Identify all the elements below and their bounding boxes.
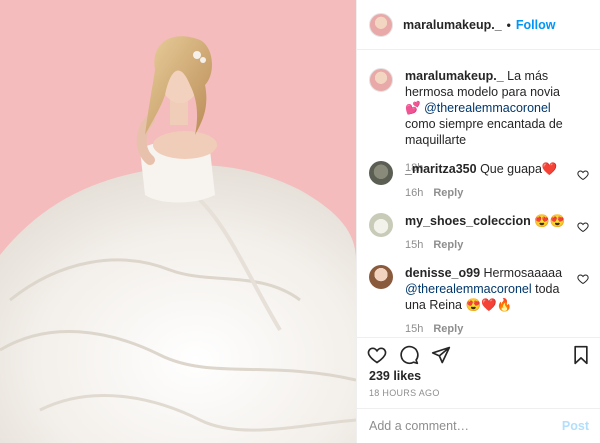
caption-username[interactable]: maralumakeup._ bbox=[405, 69, 504, 83]
comment-username[interactable]: my_shoes_coleccion bbox=[405, 214, 531, 228]
comment-body: _maritza350 Que guapa❤️ 16h Reply bbox=[405, 161, 575, 201]
comment-avatar[interactable] bbox=[369, 265, 393, 289]
heart-icon[interactable] bbox=[367, 345, 387, 365]
author-username[interactable]: maralumakeup._ bbox=[403, 18, 502, 32]
reply-button[interactable]: Reply bbox=[433, 323, 463, 335]
caption: maralumakeup._ La más hermosa modelo par… bbox=[369, 68, 593, 176]
comment-meta: 16h Reply bbox=[405, 185, 575, 201]
comment-text: 😍😍 bbox=[534, 214, 566, 228]
post-photo[interactable] bbox=[0, 0, 356, 443]
comment-username[interactable]: _maritza350 bbox=[405, 162, 477, 176]
comment-icon[interactable] bbox=[399, 345, 419, 365]
comment-meta: 15h Reply bbox=[405, 321, 575, 336]
comment-mention[interactable]: @therealemmacoronel bbox=[405, 282, 532, 296]
author-avatar[interactable] bbox=[369, 12, 393, 37]
comment-body: denisse_o99 Hermosaaaaa @therealemmacoro… bbox=[405, 265, 575, 336]
comment-avatar[interactable] bbox=[369, 213, 393, 237]
comment-like-heart-icon[interactable] bbox=[577, 169, 589, 181]
comment-text: Que guapa❤️ bbox=[480, 162, 558, 176]
comments-list: maralumakeup._ La más hermosa modelo par… bbox=[357, 51, 600, 336]
comment-avatar[interactable] bbox=[369, 161, 393, 185]
bookmark-icon[interactable] bbox=[571, 345, 591, 365]
follow-button[interactable]: Follow bbox=[516, 18, 556, 32]
action-bar bbox=[357, 337, 600, 371]
post-comment-button[interactable]: Post bbox=[562, 419, 589, 433]
reply-button[interactable]: Reply bbox=[433, 239, 463, 251]
comment-item: denisse_o99 Hermosaaaaa @therealemmacoro… bbox=[369, 265, 593, 336]
add-comment-bar: Post bbox=[357, 408, 600, 443]
separator-dot: • bbox=[506, 17, 511, 32]
comment-like-heart-icon[interactable] bbox=[577, 221, 589, 233]
caption-mention[interactable]: @therealemmacoronel bbox=[424, 101, 551, 115]
comment-item: my_shoes_coleccion 😍😍 15h Reply bbox=[369, 213, 593, 253]
share-icon[interactable] bbox=[431, 345, 451, 365]
comment-time[interactable]: 16h bbox=[405, 187, 423, 199]
comment-like-heart-icon[interactable] bbox=[577, 273, 589, 285]
caption-avatar[interactable] bbox=[369, 68, 393, 92]
instagram-post: maralumakeup._ • Follow maralumakeup._ L… bbox=[0, 0, 600, 443]
comment-time[interactable]: 15h bbox=[405, 239, 423, 251]
caption-text-2: como siempre encantada de maquillarte bbox=[405, 117, 563, 147]
comment-username[interactable]: denisse_o99 bbox=[405, 266, 480, 280]
comment-time[interactable]: 15h bbox=[405, 323, 423, 335]
caption-body: maralumakeup._ La más hermosa modelo par… bbox=[405, 68, 575, 176]
post-timestamp[interactable]: 18 HOURS AGO bbox=[369, 388, 440, 398]
comment-body: my_shoes_coleccion 😍😍 15h Reply bbox=[405, 213, 575, 253]
post-side-panel: maralumakeup._ • Follow maralumakeup._ L… bbox=[356, 0, 600, 443]
likes-count[interactable]: 239 likes bbox=[369, 369, 421, 383]
comment-item: _maritza350 Que guapa❤️ 16h Reply bbox=[369, 161, 593, 201]
comment-text: Hermosaaaaa bbox=[483, 266, 563, 280]
post-header: maralumakeup._ • Follow bbox=[357, 0, 600, 50]
bride-photo-illustration bbox=[0, 0, 356, 443]
comment-input[interactable] bbox=[369, 419, 562, 433]
reply-button[interactable]: Reply bbox=[433, 187, 463, 199]
comment-meta: 15h Reply bbox=[405, 237, 575, 253]
